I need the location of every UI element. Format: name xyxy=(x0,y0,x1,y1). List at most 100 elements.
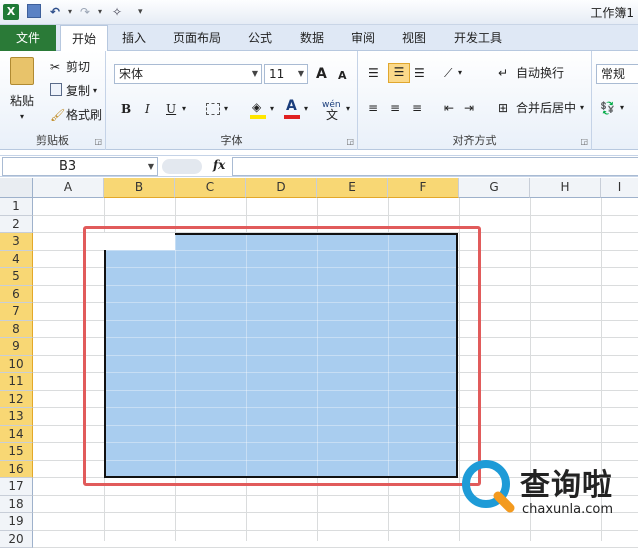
row-header-8[interactable]: 8 xyxy=(0,321,33,338)
fill-color-icon[interactable]: ◈ xyxy=(252,99,261,115)
phonetic-dropdown-icon[interactable]: ▾ xyxy=(346,101,350,117)
row-header-12[interactable]: 12 xyxy=(0,391,33,408)
column-header-f[interactable]: F xyxy=(388,178,459,198)
row-header-3[interactable]: 3 xyxy=(0,233,33,251)
customize-quick-access-icon[interactable]: ▾ xyxy=(138,4,143,20)
row-header-18[interactable]: 18 xyxy=(0,496,33,513)
row-header-9[interactable]: 9 xyxy=(0,338,33,356)
align-right-icon[interactable]: ≡ xyxy=(412,100,422,116)
column-header-a[interactable]: A xyxy=(33,178,104,198)
row-header-17[interactable]: 17 xyxy=(0,478,33,496)
select-all-corner[interactable] xyxy=(0,178,33,198)
undo-dropdown-icon[interactable]: ▾ xyxy=(68,4,72,20)
tab-page-layout[interactable]: 页面布局 xyxy=(164,25,230,51)
fill-color-dropdown-icon[interactable]: ▾ xyxy=(270,101,274,117)
format-painter-icon[interactable]: 🖌 xyxy=(50,107,65,123)
merge-center-icon[interactable]: ⊞ xyxy=(498,100,508,116)
font-color-button[interactable]: A xyxy=(286,98,297,114)
row-header-15[interactable]: 15 xyxy=(0,443,33,461)
row-header-4[interactable]: 4 xyxy=(0,251,33,268)
row-header-20[interactable]: 20 xyxy=(0,531,33,548)
align-top-icon[interactable]: ☰ xyxy=(368,65,379,81)
paste-icon[interactable] xyxy=(10,57,34,85)
cut-button[interactable]: 剪切 xyxy=(66,59,90,75)
row-header-11[interactable]: 11 xyxy=(0,373,33,391)
merge-dropdown-icon[interactable]: ▾ xyxy=(580,100,584,116)
font-color-dropdown-icon[interactable]: ▾ xyxy=(304,101,308,117)
wrap-text-button[interactable]: 自动换行 xyxy=(516,65,564,81)
align-center-icon[interactable]: ≡ xyxy=(390,100,400,116)
currency-dropdown-icon[interactable]: ▾ xyxy=(620,100,624,116)
row-header-10[interactable]: 10 xyxy=(0,356,33,373)
clipboard-launcher-icon[interactable]: ◲ xyxy=(94,137,102,146)
number-format-select[interactable]: 常规 xyxy=(596,64,638,84)
column-header-i[interactable]: I xyxy=(601,178,638,198)
cut-icon[interactable]: ✂ xyxy=(50,59,60,75)
copy-dropdown-icon[interactable]: ▾ xyxy=(93,83,97,99)
format-painter-button[interactable]: 格式刷 xyxy=(66,107,102,123)
tab-developer[interactable]: 开发工具 xyxy=(447,25,509,51)
alignment-launcher-icon[interactable]: ◲ xyxy=(580,137,588,146)
redo-dropdown-icon[interactable]: ▾ xyxy=(98,4,102,20)
name-box[interactable]: B3 ▼ xyxy=(2,157,158,176)
save-icon[interactable] xyxy=(27,4,41,18)
tab-file[interactable]: 文件 xyxy=(0,25,56,51)
redo-icon[interactable]: ↷ xyxy=(80,4,90,20)
column-header-e[interactable]: E xyxy=(317,178,388,198)
row-header-6[interactable]: 6 xyxy=(0,286,33,303)
column-header-b[interactable]: B xyxy=(104,178,175,198)
italic-button[interactable]: I xyxy=(145,101,150,117)
align-middle-icon[interactable]: ☰ xyxy=(388,63,410,83)
currency-icon[interactable]: 💱 xyxy=(600,100,615,116)
tab-data[interactable]: 数据 xyxy=(292,25,332,51)
row-header-19[interactable]: 19 xyxy=(0,513,33,531)
column-header-c[interactable]: C xyxy=(175,178,246,198)
name-box-dropdown-icon[interactable]: ▼ xyxy=(148,158,154,175)
border-icon[interactable] xyxy=(206,103,220,115)
magic-icon[interactable]: ✧ xyxy=(112,4,122,20)
row-header-7[interactable]: 7 xyxy=(0,303,33,321)
watermark-url: chaxunla.com xyxy=(522,502,613,517)
border-dropdown-icon[interactable]: ▾ xyxy=(224,101,228,117)
tab-insert[interactable]: 插入 xyxy=(112,25,156,51)
column-header-h[interactable]: H xyxy=(530,178,601,198)
column-header-d[interactable]: D xyxy=(246,178,317,198)
underline-button[interactable]: U xyxy=(166,101,176,117)
bold-button[interactable]: B xyxy=(121,101,131,117)
tab-review[interactable]: 审阅 xyxy=(343,25,383,51)
tab-formulas[interactable]: 公式 xyxy=(240,25,280,51)
tab-home[interactable]: 开始 xyxy=(60,25,108,52)
formula-bar-resize-handle[interactable] xyxy=(162,159,202,174)
orientation-icon[interactable]: ⟋ xyxy=(444,65,452,81)
shrink-font-button[interactable]: A xyxy=(338,68,347,84)
column-header-g[interactable]: G xyxy=(459,178,530,198)
paste-dropdown-icon[interactable]: ▾ xyxy=(20,109,24,125)
insert-function-button[interactable]: fx xyxy=(213,158,225,172)
tab-view[interactable]: 视图 xyxy=(394,25,434,51)
row-header-1[interactable]: 1 xyxy=(0,198,33,216)
grow-font-button[interactable]: A xyxy=(316,66,327,82)
copy-icon[interactable] xyxy=(50,83,62,96)
font-launcher-icon[interactable]: ◲ xyxy=(346,137,354,146)
wrap-text-icon[interactable]: ↵ xyxy=(498,65,508,81)
row-header-16[interactable]: 16 xyxy=(0,461,33,478)
excel-logo-icon[interactable]: X xyxy=(3,4,19,20)
font-name-select[interactable]: 宋体 ▼ xyxy=(114,64,262,84)
orientation-dropdown-icon[interactable]: ▾ xyxy=(458,65,462,81)
align-bottom-icon[interactable]: ☰ xyxy=(414,65,425,81)
increase-indent-icon[interactable]: ⇥ xyxy=(464,100,474,116)
title-bar: X ↶ ▾ ↷ ▾ ✧ ▾ 工作簿1 xyxy=(0,0,638,25)
row-header-2[interactable]: 2 xyxy=(0,216,33,233)
copy-button[interactable]: 复制 xyxy=(66,83,90,99)
formula-input[interactable] xyxy=(232,157,638,176)
row-header-14[interactable]: 14 xyxy=(0,426,33,443)
decrease-indent-icon[interactable]: ⇤ xyxy=(444,100,454,116)
align-left-icon[interactable]: ≡ xyxy=(368,100,378,116)
undo-icon[interactable]: ↶ xyxy=(50,4,60,20)
merge-center-button[interactable]: 合并后居中 xyxy=(516,100,576,116)
underline-dropdown-icon[interactable]: ▾ xyxy=(182,101,186,117)
row-header-5[interactable]: 5 xyxy=(0,268,33,286)
row-header-13[interactable]: 13 xyxy=(0,408,33,426)
font-size-select[interactable]: 11 ▼ xyxy=(264,64,308,84)
paste-button[interactable]: 粘贴 xyxy=(10,93,34,109)
